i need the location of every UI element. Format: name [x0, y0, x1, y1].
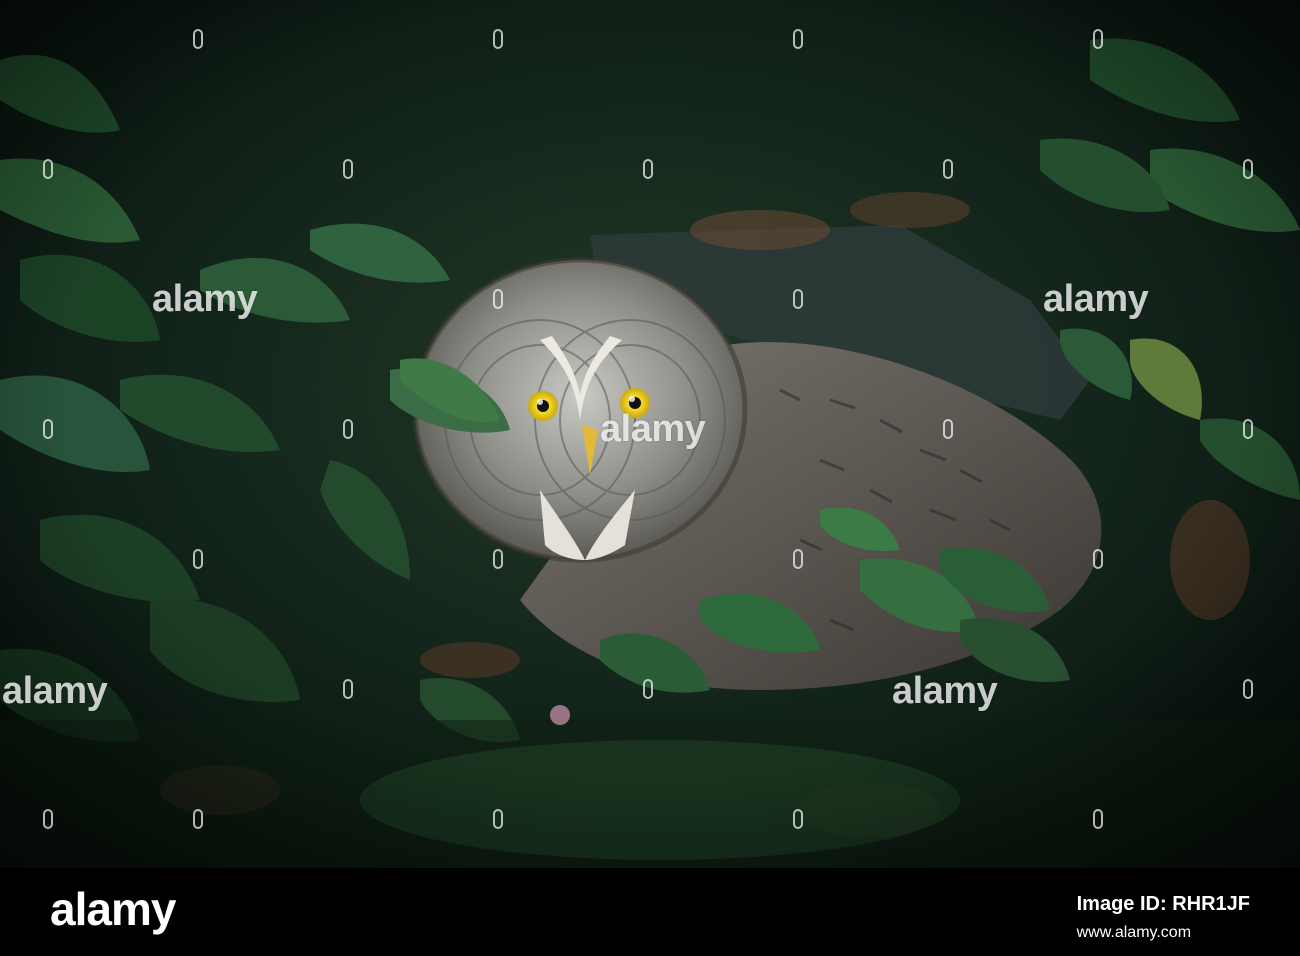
image-meta: Image ID: RHR1JF www.alamy.com [1077, 888, 1250, 946]
image-id: Image ID: RHR1JF [1076, 893, 1250, 915]
photo: alamy alamy alamy alamy alamy [0, 0, 1300, 868]
watermark-text: alamy [2, 670, 108, 712]
watermark-text: alamy [1043, 278, 1149, 320]
watermark-text: alamy [892, 670, 998, 712]
site-url: www.alamy.com [1076, 924, 1192, 941]
footer-bar: alamy Image ID: RHR1JF www.alamy.com [0, 868, 1300, 956]
watermark-text: alamy [152, 278, 258, 320]
watermark-text: alamy [600, 408, 706, 450]
alamy-logo: alamy [50, 883, 176, 935]
